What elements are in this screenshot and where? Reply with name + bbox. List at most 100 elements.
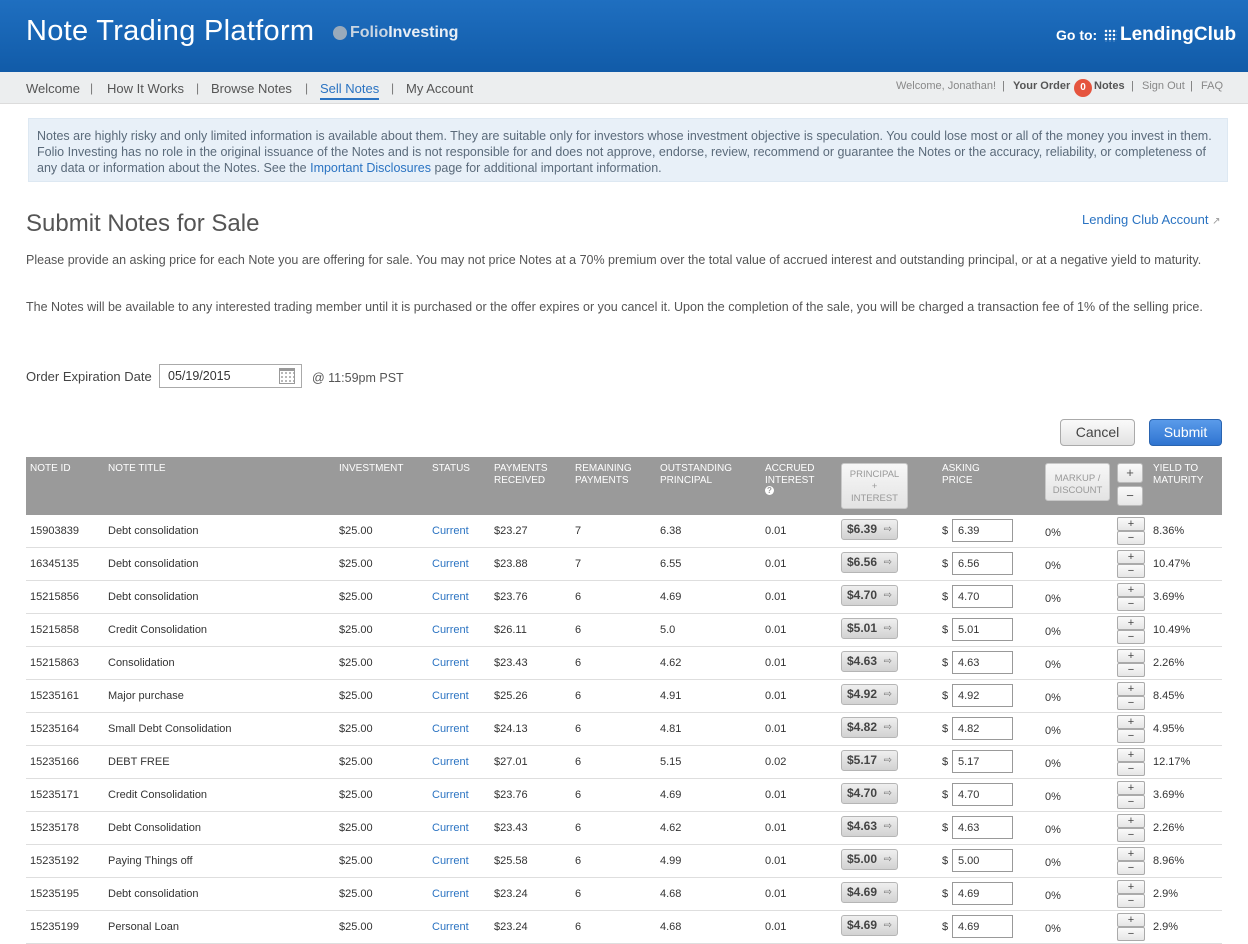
- price-stepper[interactable]: + −: [1117, 583, 1145, 612]
- decrease-button[interactable]: −: [1117, 597, 1145, 611]
- faq-link[interactable]: FAQ: [1201, 80, 1223, 92]
- status-link[interactable]: Current: [432, 558, 469, 570]
- nav-welcome[interactable]: Welcome: [26, 81, 80, 96]
- asking-price-input[interactable]: [952, 750, 1013, 773]
- status-link[interactable]: Current: [432, 855, 469, 867]
- decrease-button[interactable]: −: [1117, 630, 1145, 644]
- status-link[interactable]: Current: [432, 789, 469, 801]
- price-stepper[interactable]: + −: [1117, 913, 1145, 942]
- order-count-badge[interactable]: 0: [1074, 79, 1092, 97]
- nav-how-it-works[interactable]: How It Works: [107, 81, 184, 96]
- important-disclosures-link[interactable]: Important Disclosures: [310, 161, 431, 175]
- status-link[interactable]: Current: [432, 756, 469, 768]
- increase-button[interactable]: +: [1117, 715, 1145, 729]
- decrease-button[interactable]: −: [1117, 894, 1145, 908]
- decrease-button[interactable]: −: [1117, 531, 1145, 545]
- increase-button[interactable]: +: [1117, 913, 1145, 927]
- price-stepper[interactable]: + −: [1117, 880, 1145, 909]
- decrease-button[interactable]: −: [1117, 828, 1145, 842]
- increase-all-button[interactable]: +: [1117, 463, 1143, 483]
- asking-price-input[interactable]: [952, 585, 1013, 608]
- markup-discount-button[interactable]: MARKUP / DISCOUNT: [1045, 463, 1110, 501]
- asking-price-input[interactable]: [952, 618, 1013, 641]
- principal-interest-button[interactable]: $4.63 ⇨: [841, 816, 898, 837]
- asking-price-input[interactable]: [952, 519, 1013, 542]
- status-link[interactable]: Current: [432, 525, 469, 537]
- principal-interest-button[interactable]: $6.39 ⇨: [841, 519, 898, 540]
- status-link[interactable]: Current: [432, 690, 469, 702]
- status-link[interactable]: Current: [432, 624, 469, 636]
- principal-interest-button[interactable]: $4.82 ⇨: [841, 717, 898, 738]
- principal-interest-button[interactable]: $4.70 ⇨: [841, 783, 898, 804]
- increase-button[interactable]: +: [1117, 550, 1145, 564]
- price-stepper[interactable]: + −: [1117, 682, 1145, 711]
- asking-price-input[interactable]: [952, 717, 1013, 740]
- increase-button[interactable]: +: [1117, 517, 1145, 531]
- decrease-button[interactable]: −: [1117, 564, 1145, 578]
- principal-interest-button[interactable]: $4.63 ⇨: [841, 651, 898, 672]
- price-stepper[interactable]: + −: [1117, 847, 1145, 876]
- status-link[interactable]: Current: [432, 888, 469, 900]
- nav-my-account[interactable]: My Account: [406, 81, 473, 96]
- asking-price-input[interactable]: [952, 552, 1013, 575]
- increase-button[interactable]: +: [1117, 682, 1145, 696]
- price-stepper[interactable]: + −: [1117, 748, 1145, 777]
- decrease-button[interactable]: −: [1117, 762, 1145, 776]
- sign-out-link[interactable]: Sign Out: [1142, 80, 1185, 92]
- asking-price-input[interactable]: [952, 684, 1013, 707]
- your-order-notes-link[interactable]: Notes: [1094, 80, 1125, 92]
- price-stepper[interactable]: + −: [1117, 715, 1145, 744]
- asking-price-input[interactable]: [952, 915, 1013, 938]
- principal-interest-sort-button[interactable]: PRINCIPAL + INTEREST: [841, 463, 908, 509]
- asking-price-input[interactable]: [952, 882, 1013, 905]
- increase-button[interactable]: +: [1117, 847, 1145, 861]
- nav-sell-notes[interactable]: Sell Notes: [320, 81, 380, 100]
- decrease-all-button[interactable]: −: [1117, 486, 1143, 506]
- increase-button[interactable]: +: [1117, 781, 1145, 795]
- nav-browse-notes[interactable]: Browse Notes: [211, 81, 292, 96]
- lending-club-account-link[interactable]: Lending Club Account ↗: [1082, 212, 1221, 227]
- asking-price-input[interactable]: [952, 816, 1013, 839]
- status-link[interactable]: Current: [432, 723, 469, 735]
- principal-interest-button[interactable]: $4.69 ⇨: [841, 882, 898, 903]
- help-icon[interactable]: ?: [765, 486, 774, 495]
- submit-button[interactable]: Submit: [1149, 419, 1222, 446]
- principal-interest-button[interactable]: $4.70 ⇨: [841, 585, 898, 606]
- folio-investing-logo[interactable]: Folio Investing: [333, 24, 458, 42]
- increase-button[interactable]: +: [1117, 616, 1145, 630]
- status-link[interactable]: Current: [432, 921, 469, 933]
- lendingclub-link[interactable]: LendingClub: [1104, 24, 1236, 46]
- price-stepper[interactable]: + −: [1117, 616, 1145, 645]
- status-link[interactable]: Current: [432, 822, 469, 834]
- asking-price-input[interactable]: [952, 651, 1013, 674]
- increase-button[interactable]: +: [1117, 748, 1145, 762]
- status-link[interactable]: Current: [432, 591, 469, 603]
- status-link[interactable]: Current: [432, 657, 469, 669]
- asking-price-input[interactable]: [952, 849, 1013, 872]
- decrease-button[interactable]: −: [1117, 729, 1145, 743]
- principal-interest-button[interactable]: $4.69 ⇨: [841, 915, 898, 936]
- cancel-button[interactable]: Cancel: [1060, 419, 1135, 446]
- increase-button[interactable]: +: [1117, 880, 1145, 894]
- price-stepper[interactable]: + −: [1117, 517, 1145, 546]
- price-stepper[interactable]: + −: [1117, 781, 1145, 810]
- principal-interest-button[interactable]: $6.56 ⇨: [841, 552, 898, 573]
- decrease-button[interactable]: −: [1117, 861, 1145, 875]
- price-stepper[interactable]: + −: [1117, 550, 1145, 579]
- principal-interest-button[interactable]: $5.00 ⇨: [841, 849, 898, 870]
- principal-interest-button[interactable]: $5.01 ⇨: [841, 618, 898, 639]
- your-order-link[interactable]: Your Order: [1013, 80, 1070, 92]
- principal-interest-button[interactable]: $4.92 ⇨: [841, 684, 898, 705]
- calendar-icon[interactable]: [279, 368, 295, 384]
- increase-button[interactable]: +: [1117, 814, 1145, 828]
- decrease-button[interactable]: −: [1117, 795, 1145, 809]
- price-stepper[interactable]: + −: [1117, 649, 1145, 678]
- increase-button[interactable]: +: [1117, 583, 1145, 597]
- asking-price-input[interactable]: [952, 783, 1013, 806]
- increase-button[interactable]: +: [1117, 649, 1145, 663]
- decrease-button[interactable]: −: [1117, 663, 1145, 677]
- principal-interest-button[interactable]: $5.17 ⇨: [841, 750, 898, 771]
- decrease-button[interactable]: −: [1117, 927, 1145, 941]
- decrease-button[interactable]: −: [1117, 696, 1145, 710]
- price-stepper[interactable]: + −: [1117, 814, 1145, 843]
